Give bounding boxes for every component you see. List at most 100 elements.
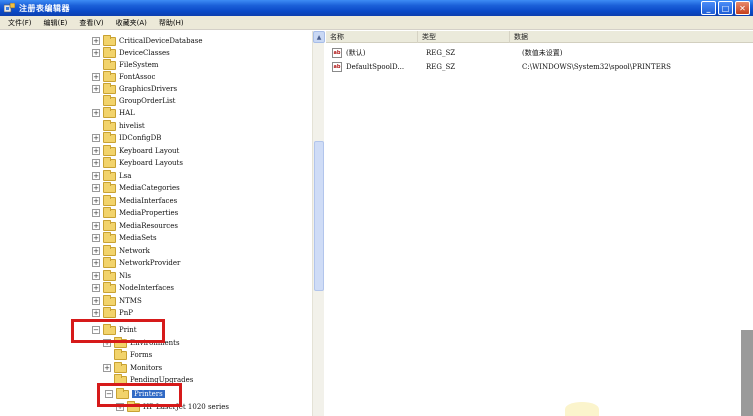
column-header-name[interactable]: 名称 [326, 31, 418, 43]
expand-toggle[interactable]: + [103, 364, 111, 372]
registry-tree-pane[interactable]: + CriticalDeviceDatabase + DeviceClasses… [0, 31, 324, 416]
expand-toggle[interactable]: + [92, 184, 100, 192]
menu-edit[interactable]: 编辑(E) [38, 18, 74, 28]
tree-item-label: NetworkProvider [119, 259, 181, 267]
expand-toggle[interactable]: + [92, 73, 100, 81]
tree-item[interactable]: + Network [92, 244, 150, 257]
list-row[interactable]: ab (默认) REG_SZ (数值未设置) [326, 47, 753, 59]
expand-toggle[interactable]: + [92, 247, 100, 255]
string-value-icon: ab [332, 62, 342, 72]
folder-icon [103, 169, 116, 181]
expand-toggle[interactable]: + [92, 134, 100, 142]
list-row[interactable]: ab DefaultSpoolD... REG_SZ C:\WINDOWS\Sy… [326, 61, 753, 73]
menu-file[interactable]: 文件(F) [2, 18, 38, 28]
expand-toggle[interactable]: + [92, 284, 100, 292]
tree-item[interactable]: + MediaCategories [92, 181, 180, 194]
folder-icon [103, 70, 116, 82]
expand-toggle[interactable]: + [92, 234, 100, 242]
tree-item[interactable]: + HAL [92, 106, 135, 119]
folder-icon [103, 256, 116, 268]
expand-toggle[interactable]: + [92, 259, 100, 267]
minimize-button[interactable]: _ [701, 1, 716, 15]
tree-item-label: Lsa [119, 172, 132, 180]
tree-item[interactable]: hivelist [103, 119, 145, 132]
tree-item[interactable]: + CriticalDeviceDatabase [92, 34, 203, 47]
expand-toggle[interactable]: + [92, 297, 100, 305]
tree-item-label: MediaResources [119, 222, 178, 230]
scrollbar-thumb[interactable] [314, 141, 324, 291]
folder-icon [103, 156, 116, 168]
tree-item[interactable]: + PnP [92, 306, 133, 319]
tree-scrollbar[interactable]: ▲ [312, 31, 325, 416]
folder-icon [103, 206, 116, 218]
tree-item[interactable]: + Nls [92, 269, 131, 282]
folder-icon [103, 58, 116, 70]
expand-toggle[interactable]: + [92, 49, 100, 57]
menu-favorites[interactable]: 收藏夹(A) [110, 18, 153, 28]
expand-toggle[interactable]: + [92, 209, 100, 217]
expand-toggle[interactable]: + [92, 109, 100, 117]
value-name: DefaultSpoolD... [346, 63, 405, 71]
tree-item-label: NTMS [119, 297, 142, 305]
expand-toggle[interactable]: + [92, 309, 100, 317]
tree-item[interactable]: + Keyboard Layout [92, 144, 179, 157]
scroll-up-icon[interactable]: ▲ [313, 31, 325, 43]
value-name: (默认) [346, 49, 366, 57]
maximize-button[interactable]: □ [718, 1, 733, 15]
tree-item[interactable]: + MediaProperties [92, 206, 178, 219]
expand-toggle[interactable]: + [92, 272, 100, 280]
tree-item[interactable]: + NTMS [92, 294, 142, 307]
expand-toggle[interactable]: + [92, 222, 100, 230]
tree-item[interactable]: + MediaResources [92, 219, 178, 232]
tree-item-label: GroupOrderList [119, 97, 176, 105]
tree-item[interactable]: GroupOrderList [103, 94, 176, 107]
tree-item[interactable]: + Monitors [103, 361, 163, 374]
column-header-data[interactable]: 数据 [510, 31, 753, 43]
folder-icon [103, 144, 116, 156]
values-list-pane[interactable]: 名称 类型 数据 ab (默认) REG_SZ (数值未设置) ab Defau… [326, 31, 753, 416]
tree-item[interactable]: + Lsa [92, 169, 132, 182]
value-data: C:\WINDOWS\System32\spool\PRINTERS [522, 63, 671, 71]
tree-item-label: Keyboard Layouts [119, 159, 183, 167]
tree-item[interactable]: + IDConfigDB [92, 131, 162, 144]
tree-item[interactable]: + MediaInterfaces [92, 194, 177, 207]
expand-toggle[interactable]: + [92, 37, 100, 45]
menu-view[interactable]: 查看(V) [73, 18, 109, 28]
expand-toggle[interactable]: + [92, 147, 100, 155]
tree-item[interactable]: + Keyboard Layouts [92, 156, 183, 169]
tree-item-label: hivelist [119, 122, 145, 130]
tree-item-label: Forms [130, 351, 153, 359]
tree-item[interactable]: + NetworkProvider [92, 256, 181, 269]
list-header: 名称 类型 数据 [326, 31, 753, 43]
decorative-glow [565, 402, 599, 416]
expand-toggle[interactable]: + [92, 197, 100, 205]
tree-item[interactable]: + NodeInterfaces [92, 281, 174, 294]
value-type: REG_SZ [426, 63, 456, 71]
value-data: (数值未设置) [522, 49, 563, 57]
tree-item[interactable]: Forms [114, 348, 153, 361]
folder-icon [114, 348, 127, 360]
folder-icon [103, 281, 116, 293]
tree-item-label: Monitors [130, 364, 163, 372]
tree-item-label: CriticalDeviceDatabase [119, 37, 203, 45]
menu-help[interactable]: 帮助(H) [153, 18, 190, 28]
tree-item-label: MediaSets [119, 234, 157, 242]
folder-icon [103, 106, 116, 118]
tree-item-label: IDConfigDB [119, 134, 162, 142]
value-type: REG_SZ [426, 49, 456, 57]
expand-toggle[interactable]: + [92, 85, 100, 93]
tree-item[interactable]: + FontAssoc [92, 70, 155, 83]
close-button[interactable]: ✕ [735, 1, 750, 15]
expand-toggle[interactable]: + [92, 159, 100, 167]
tree-item[interactable]: + MediaSets [92, 231, 157, 244]
column-header-type[interactable]: 类型 [418, 31, 510, 43]
window-title: 注册表编辑器 [19, 3, 70, 13]
tree-item[interactable]: + DeviceClasses [92, 46, 170, 59]
tree-item[interactable]: + GraphicsDrivers [92, 82, 177, 95]
expand-toggle[interactable]: + [92, 172, 100, 180]
tree-item-label: Nls [119, 272, 131, 280]
folder-icon [103, 244, 116, 256]
folder-icon [114, 361, 127, 373]
highlight-box-print [71, 319, 165, 343]
tree-item[interactable]: FileSystem [103, 58, 158, 71]
